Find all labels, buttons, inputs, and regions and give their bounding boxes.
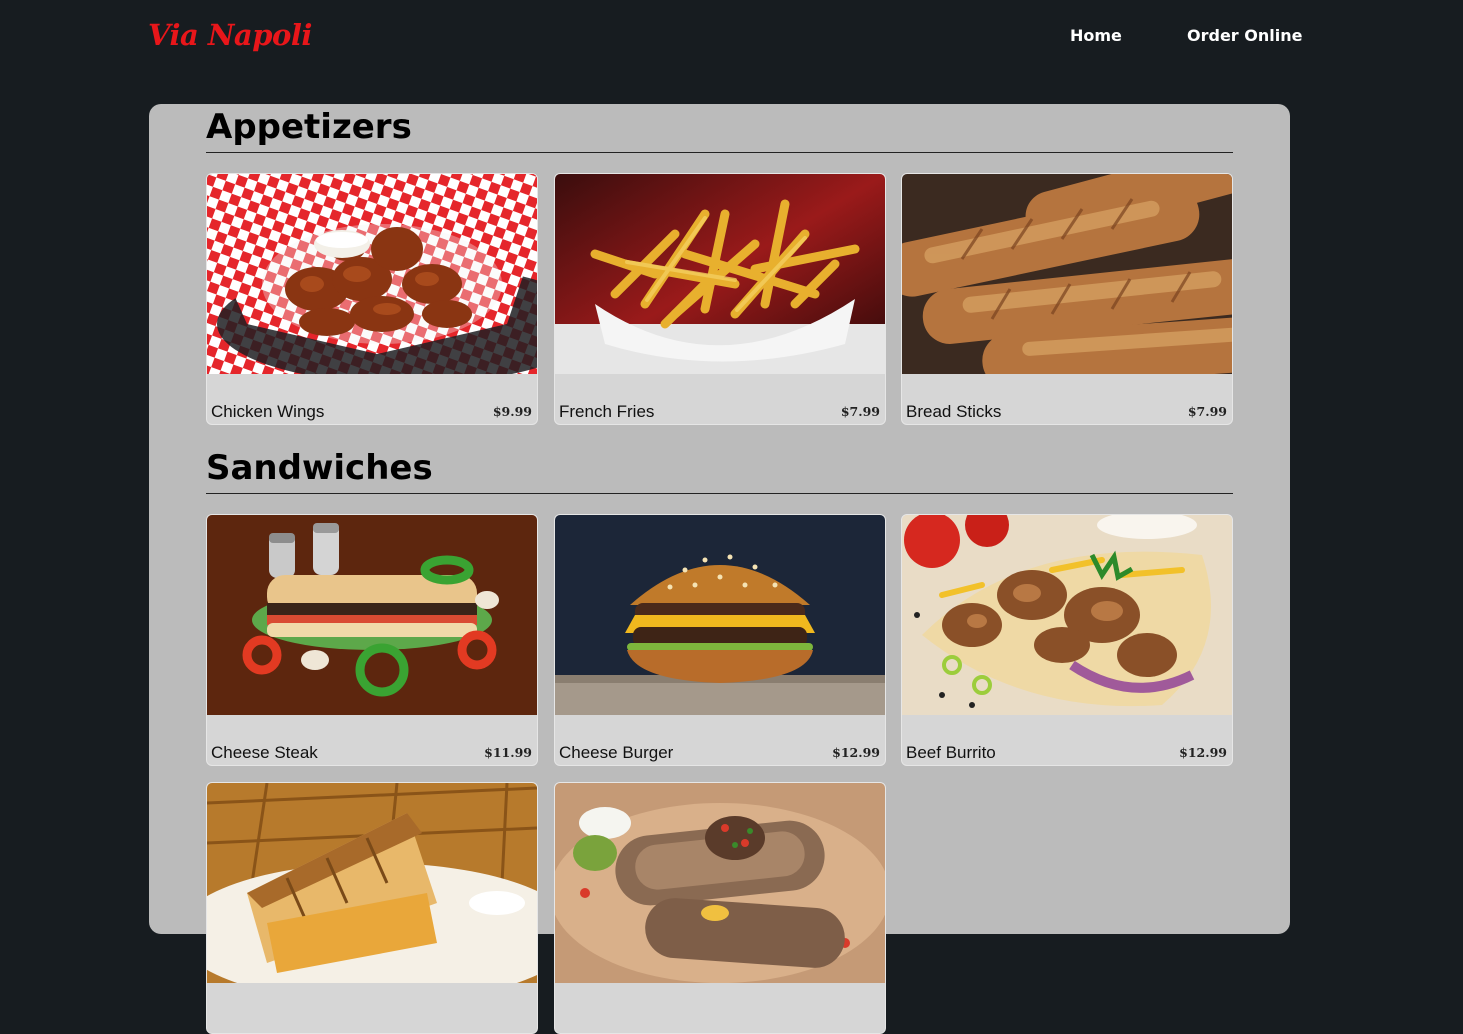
chicken-wings-photo — [207, 174, 537, 374]
cheese-steak-photo — [207, 515, 537, 715]
menu-item-name: Beef Burrito — [906, 743, 996, 762]
grilled-sandwich-photo — [207, 783, 537, 983]
nav-link-order-online[interactable]: Order Online — [1187, 26, 1302, 45]
menu-item-price: $12.99 — [832, 745, 880, 760]
section-divider — [206, 152, 1233, 153]
cheese-burger-photo — [555, 515, 885, 715]
menu-item-card[interactable]: Cheese Burger $12.99 — [554, 514, 886, 766]
menu-item-card[interactable]: Cheese Steak $11.99 — [206, 514, 538, 766]
bread-sticks-photo — [902, 174, 1232, 374]
menu-item-name: Chicken Wings — [211, 402, 325, 421]
section-title-appetizers: Appetizers — [206, 107, 412, 147]
menu-item-name: Cheese Burger — [559, 743, 674, 762]
menu-panel: Appetizers Chicken Wings $9.99 French Fr… — [149, 104, 1290, 1034]
menu-item-card[interactable]: Bread Sticks $7.99 — [901, 173, 1233, 425]
menu-item-name: French Fries — [559, 402, 655, 421]
wrap-photo — [555, 783, 885, 983]
section-divider — [206, 493, 1233, 494]
menu-item-price: $7.99 — [1187, 404, 1227, 419]
nav-link-home[interactable]: Home — [1070, 26, 1122, 45]
menu-item-name: Bread Sticks — [906, 402, 1002, 421]
menu-item-card[interactable]: French Fries $7.99 — [554, 173, 886, 425]
menu-item-card[interactable]: Chicken Wings $9.99 — [206, 173, 538, 425]
french-fries-photo — [555, 174, 885, 374]
top-nav: Via Napoli Home Order Online — [0, 0, 1463, 80]
beef-burrito-photo — [902, 515, 1232, 715]
menu-item-price: $9.99 — [492, 404, 532, 419]
section-title-sandwiches: Sandwiches — [206, 448, 433, 488]
menu-item-card[interactable] — [206, 782, 538, 1034]
brand-logo[interactable]: Via Napoli — [148, 18, 312, 52]
menu-item-price: $12.99 — [1179, 745, 1227, 760]
menu-item-card[interactable]: Beef Burrito $12.99 — [901, 514, 1233, 766]
menu-item-price: $7.99 — [840, 404, 880, 419]
menu-item-price: $11.99 — [484, 745, 532, 760]
menu-item-card[interactable] — [554, 782, 886, 1034]
menu-item-name: Cheese Steak — [211, 743, 318, 762]
